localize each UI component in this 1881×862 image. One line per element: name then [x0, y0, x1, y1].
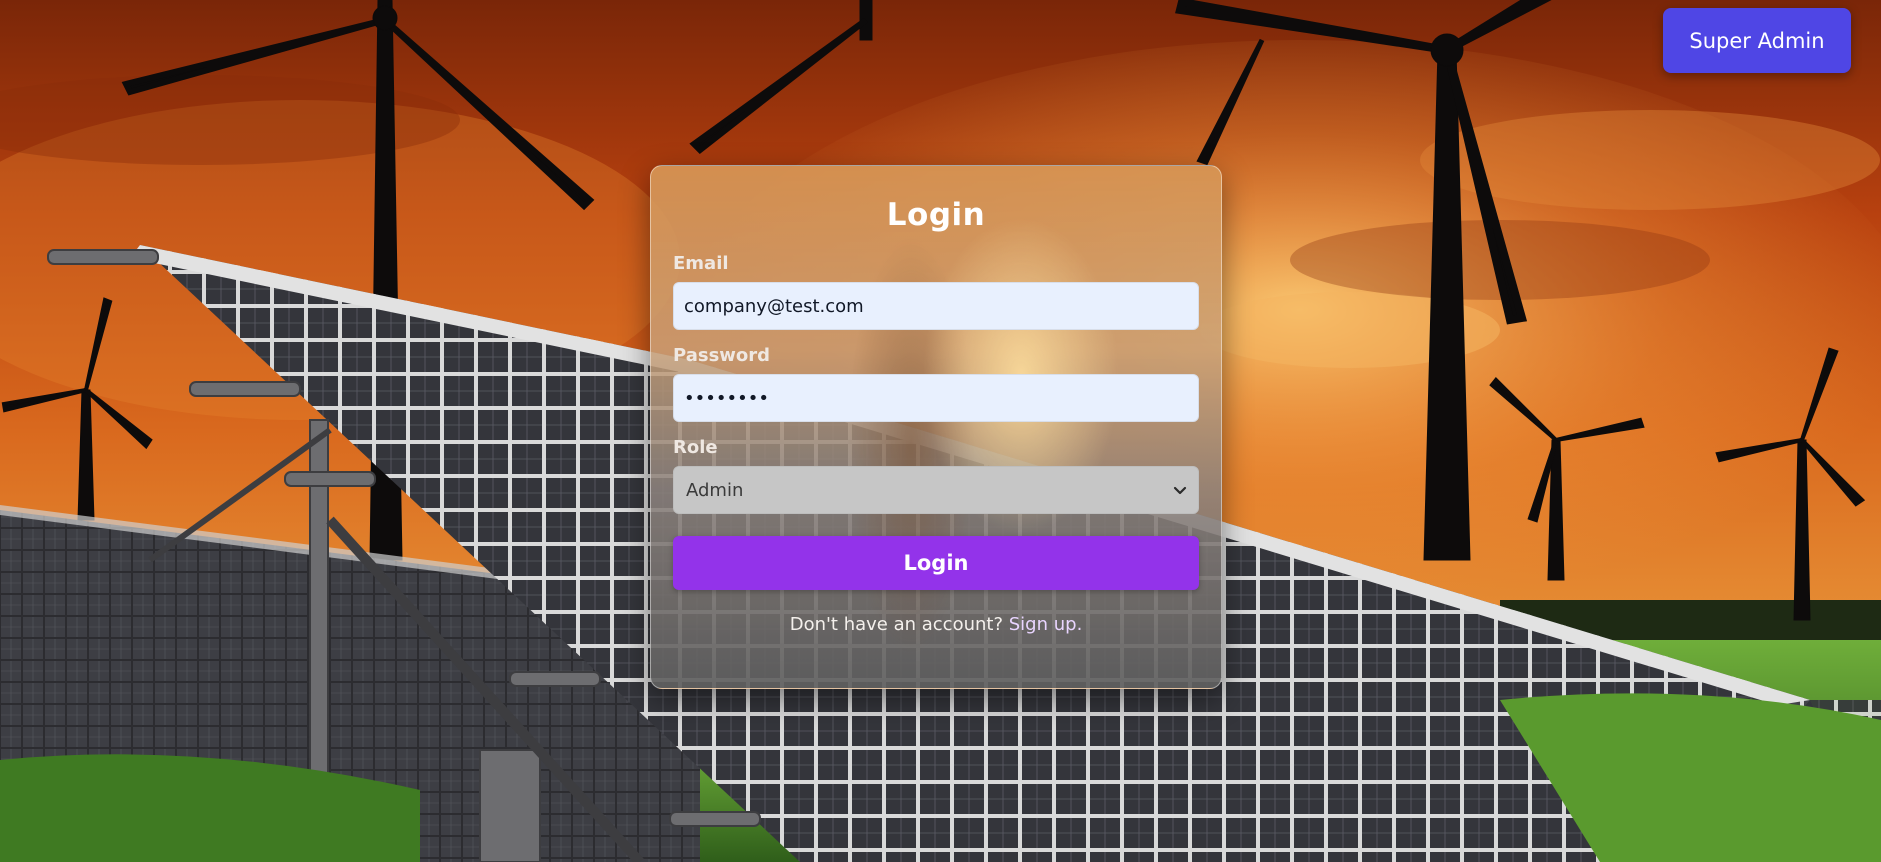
role-select-wrapper: Admin: [673, 466, 1199, 514]
signup-prompt-text: Don't have an account?: [789, 614, 1009, 635]
signup-link[interactable]: Sign up.: [1009, 614, 1083, 635]
email-field[interactable]: [673, 282, 1199, 330]
super-admin-button[interactable]: Super Admin: [1663, 8, 1851, 73]
login-page: Super Admin Login Email Password Role Ad…: [0, 0, 1881, 862]
login-title: Login: [886, 197, 986, 233]
signup-prompt-line: Don't have an account? Sign up.: [673, 614, 1199, 635]
role-select[interactable]: Admin: [673, 466, 1199, 514]
role-label: Role: [673, 437, 718, 458]
login-button[interactable]: Login: [673, 536, 1199, 590]
login-form: Login Email Password Role Admin Login Do…: [650, 165, 1222, 689]
email-label: Email: [673, 253, 729, 274]
password-field[interactable]: [673, 374, 1199, 422]
password-label: Password: [673, 345, 771, 366]
